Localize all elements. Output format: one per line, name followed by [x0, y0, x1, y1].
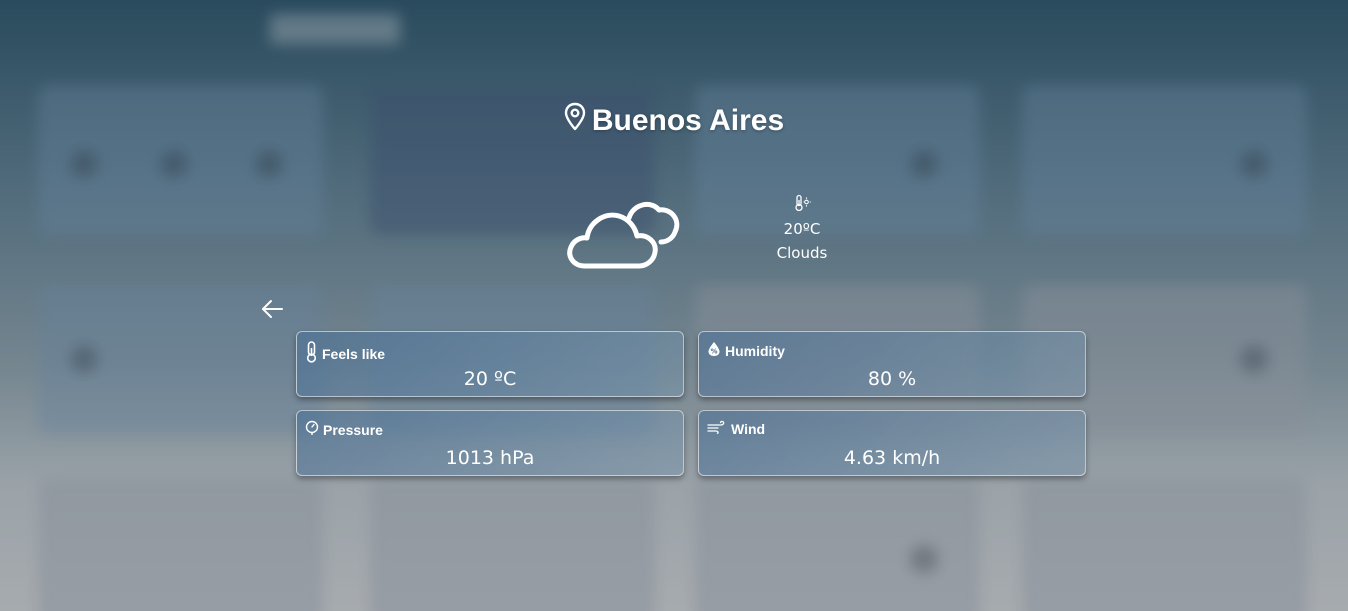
pressure-label: Pressure [323, 421, 383, 438]
current-temperature: 20ºC [783, 220, 821, 238]
thermometer-sun-icon [752, 194, 852, 219]
feels-like-label: Feels like [322, 345, 386, 362]
humidity-value: 80 % [867, 368, 917, 390]
thermometer-icon [305, 341, 318, 366]
city-title: Buenos Aires [0, 102, 1348, 140]
wind-card: Wind 4.63 km/h [698, 410, 1086, 476]
feels-like-label-row: Feels like [305, 341, 385, 366]
humidity-drop-icon: % [707, 341, 721, 360]
clouds-icon [563, 192, 681, 276]
city-name: Buenos Aires [591, 104, 785, 137]
arrow-left-icon [260, 300, 284, 324]
svg-text:%: % [710, 348, 717, 356]
background-overlay [0, 0, 1348, 611]
wind-value: 4.63 km/h [843, 447, 941, 469]
wind-label-row: Wind [707, 420, 765, 437]
map-pin-icon [564, 102, 586, 140]
wind-label: Wind [731, 420, 766, 437]
current-temperature-block: 20ºC Clouds [752, 194, 852, 265]
feels-like-card: Feels like 20 ºC [296, 331, 684, 397]
humidity-label-row: % Humidity [707, 341, 785, 360]
pressure-value: 1013 hPa [445, 447, 535, 469]
humidity-label: Humidity [725, 342, 785, 359]
pressure-label-row: Pressure [305, 420, 383, 439]
humidity-card: % Humidity 80 % [698, 331, 1086, 397]
feels-like-value: 20 ºC [463, 368, 517, 390]
pressure-card: Pressure 1013 hPa [296, 410, 684, 476]
back-button[interactable] [260, 298, 284, 324]
pressure-gauge-icon [305, 420, 319, 439]
current-condition: Clouds [776, 244, 828, 262]
wind-icon [707, 420, 727, 437]
